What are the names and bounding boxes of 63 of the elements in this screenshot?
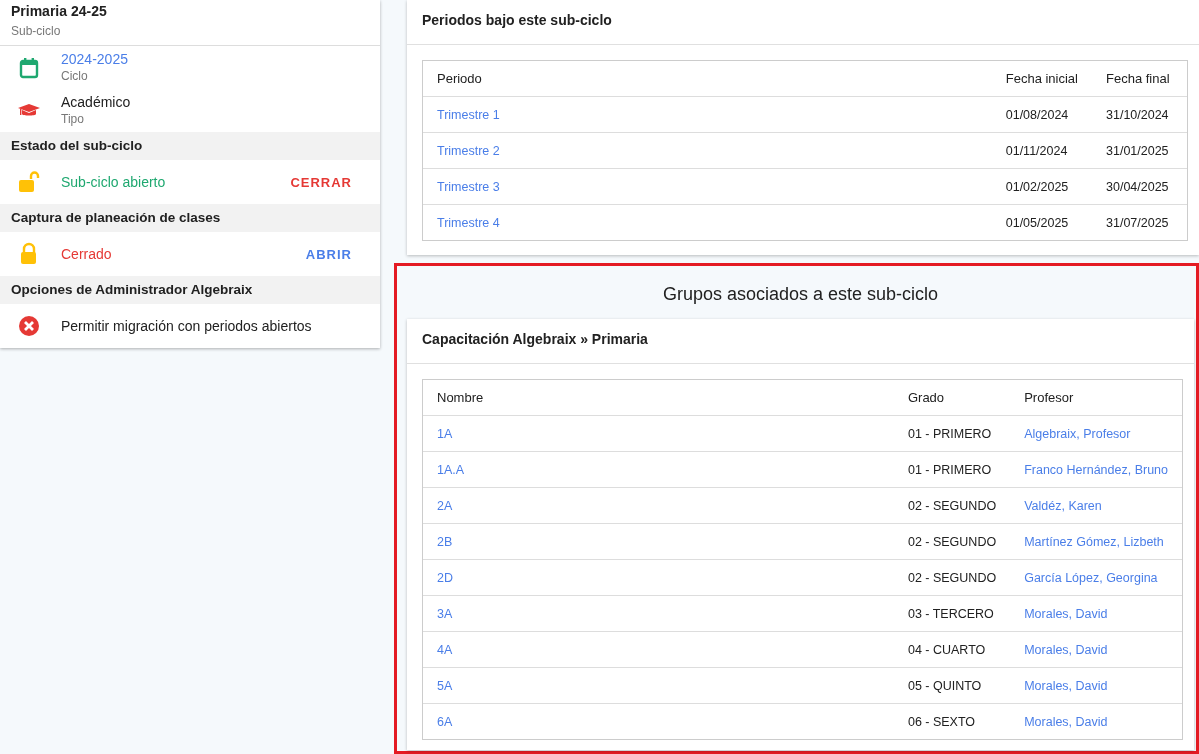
period-link[interactable]: Trimestre 1	[437, 107, 500, 122]
grade-cell: 06 - SEXTO	[907, 714, 976, 729]
type-value: Académico	[61, 94, 131, 111]
section-header: Opciones de Administrador Algebraix	[0, 276, 380, 304]
calendar-icon	[17, 55, 41, 80]
teacher-link[interactable]: Morales, David	[1024, 714, 1108, 729]
section-header: Captura de planeación de clases	[0, 204, 380, 232]
period-link[interactable]: Trimestre 3	[437, 179, 500, 194]
cycle-link[interactable]: 2024-2025	[61, 51, 128, 68]
column-header: Fecha final	[1092, 61, 1187, 97]
group-link[interactable]: 1A.A	[437, 462, 465, 477]
subcycle-subtitle: Sub-ciclo	[11, 23, 62, 40]
date-cell: 01/11/2024	[1005, 143, 1068, 158]
detail-label: Tipo	[61, 111, 85, 127]
date-cell: 31/01/2025	[1106, 143, 1169, 158]
date-cell: 01/08/2024	[1005, 107, 1069, 122]
grade-cell: 03 - TERCERO	[907, 606, 994, 621]
grade-cell: 02 - SEGUNDO	[907, 498, 997, 513]
teacher-link[interactable]: García López, Georgina	[1024, 570, 1158, 585]
status-text: Cerrado	[61, 246, 113, 262]
date-cell: 31/07/2025	[1106, 215, 1169, 230]
grade-cell: 04 - CUARTO	[907, 642, 986, 657]
subcycle-title: Primaria 24-25	[11, 3, 108, 20]
group-link[interactable]: 4A	[437, 642, 453, 657]
column-header: Grado	[893, 380, 1025, 416]
grade-cell: 02 - SEGUNDO	[907, 534, 997, 549]
close-button[interactable]: CERRAR	[282, 170, 360, 194]
date-cell: 31/10/2024	[1106, 107, 1169, 122]
column-header: Fecha inicial	[991, 61, 1092, 97]
card-title: Periodos bajo este sub-ciclo	[407, 0, 1199, 45]
group-link[interactable]: 2D	[437, 570, 453, 585]
column-header: Nombre	[423, 380, 894, 416]
teacher-link[interactable]: Martínez Gómez, Lizbeth	[1024, 534, 1164, 549]
grade-cell: 01 - PRIMERO	[907, 462, 992, 477]
group-link[interactable]: 1A	[437, 426, 453, 441]
teacher-link[interactable]: Algebraix, Profesor	[1024, 426, 1131, 441]
grade-cell: 01 - PRIMERO	[907, 426, 992, 441]
date-cell: 01/02/2025	[1005, 179, 1069, 194]
period-link[interactable]: Trimestre 4	[437, 215, 500, 230]
option-text: Permitir migración con periodos abiertos	[61, 318, 313, 334]
group-link[interactable]: 2A	[437, 498, 453, 513]
teacher-link[interactable]: Franco Hernández, Bruno	[1024, 462, 1168, 477]
open-button[interactable]: ABRIR	[297, 242, 360, 266]
teacher-link[interactable]: Morales, David	[1024, 606, 1108, 621]
group-link[interactable]: 3A	[437, 606, 453, 621]
grade-cell: 02 - SEGUNDO	[907, 570, 997, 585]
detail-label: Ciclo	[61, 68, 89, 84]
section-heading: Grupos asociados a este sub-ciclo	[661, 283, 940, 306]
column-header: Profesor	[1024, 380, 1182, 416]
teacher-link[interactable]: Morales, David	[1024, 678, 1108, 693]
section-header: Estado del sub-ciclo	[0, 132, 380, 160]
column-header: Periodo	[423, 61, 992, 97]
teacher-link[interactable]: Valdéz, Karen	[1024, 498, 1102, 513]
teacher-link[interactable]: Morales, David	[1024, 642, 1108, 657]
period-link[interactable]: Trimestre 2	[437, 143, 500, 158]
date-cell: 30/04/2025	[1106, 179, 1169, 194]
group-link[interactable]: 2B	[437, 534, 453, 549]
grade-cell: 05 - QUINTO	[907, 678, 982, 693]
group-link[interactable]: 6A	[437, 714, 453, 729]
status-text: Sub-ciclo abierto	[61, 174, 167, 190]
date-cell: 01/05/2025	[1005, 215, 1069, 230]
group-link[interactable]: 5A	[437, 678, 453, 693]
card-title: Capacitación Algebraix » Primaria	[407, 319, 1194, 364]
